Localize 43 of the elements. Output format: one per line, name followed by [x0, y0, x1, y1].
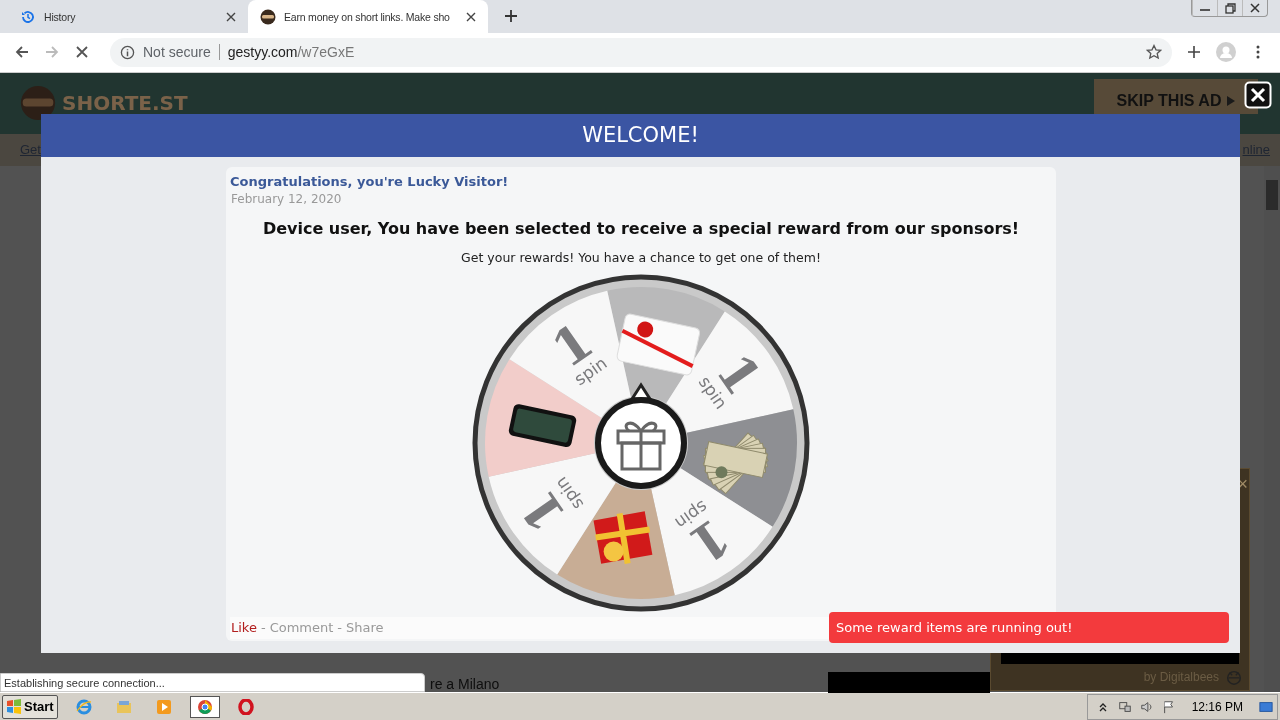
url-text: gestyy.com/w7eGxE — [227, 44, 356, 61]
history-icon — [20, 8, 36, 25]
wheel-segment[interactable] — [651, 468, 773, 596]
gift-box-icon — [592, 510, 653, 567]
folder-icon — [115, 698, 132, 715]
security-label: Not secure — [143, 44, 211, 61]
browser-tab[interactable]: History — [8, 0, 248, 33]
play-icon — [1227, 96, 1236, 107]
status-bubble: Establishing secure connection... — [0, 673, 425, 693]
ninja-icon — [260, 8, 276, 25]
windows-logo-icon — [6, 698, 22, 715]
separator-text: - — [337, 620, 343, 636]
action-link[interactable]: Like — [231, 620, 257, 636]
headline: Device user, You have been selected to receive a special reward from our sponsors! — [262, 218, 1020, 238]
clock[interactable]: 12:16 PM — [1191, 699, 1243, 714]
new-tab-icon[interactable] — [504, 9, 518, 23]
toast-message: Some reward items are running out! — [829, 611, 1229, 643]
content-text: re a Milano — [430, 676, 500, 693]
opera-icon — [237, 698, 254, 715]
chrome-icon — [196, 698, 213, 715]
post-author[interactable]: Congratulations, you're Lucky Visitor! — [230, 173, 509, 189]
close-icon[interactable] — [466, 11, 476, 22]
star-icon[interactable] — [1146, 44, 1162, 61]
start-button[interactable]: Start — [2, 694, 58, 719]
gift-icon — [616, 421, 666, 471]
address-bar[interactable]: Not secure gestyy.com/w7eGxE — [110, 37, 1172, 67]
browser-e-icon — [75, 698, 92, 715]
money-icon — [703, 432, 769, 495]
media-player-icon — [155, 698, 172, 715]
info-icon — [120, 44, 135, 60]
taskbar-app[interactable] — [189, 695, 220, 718]
plus-icon[interactable] — [1186, 44, 1202, 61]
separator-text: - — [260, 620, 266, 636]
wheel-segment[interactable] — [509, 290, 631, 418]
post-date: February 12, 2020 — [231, 191, 342, 206]
modal-title: WELCOME! — [582, 123, 699, 148]
browser-tab[interactable]: Earn money on short links. Make sho — [248, 0, 488, 33]
flag-icon[interactable] — [1161, 698, 1176, 715]
wheel-segment[interactable] — [666, 311, 794, 433]
close-icon[interactable] — [226, 11, 236, 22]
subtitle: Get your rewards! You have a chance to get one of them! — [461, 249, 821, 265]
ninja-icon — [20, 85, 56, 122]
wheel-segment[interactable] — [488, 453, 616, 575]
